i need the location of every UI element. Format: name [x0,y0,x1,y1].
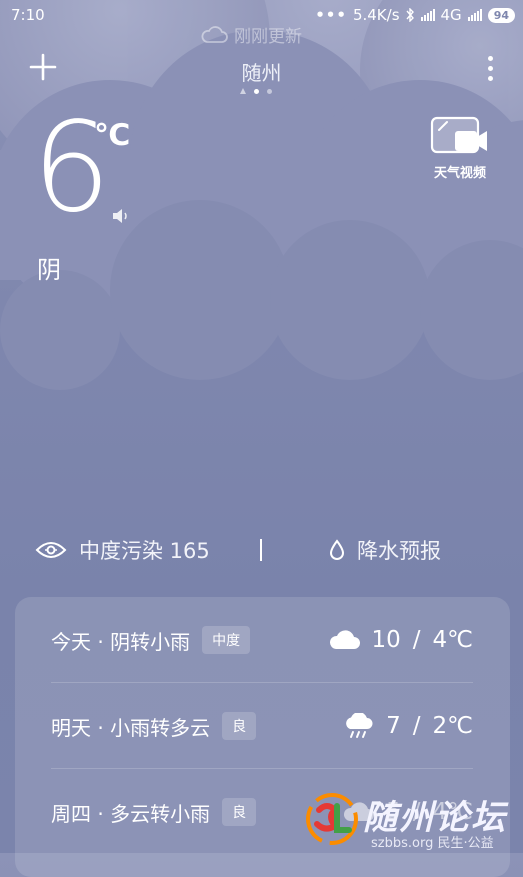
aqi-text: 中度污染 165 [79,539,210,563]
eye-icon [35,542,67,558]
forum-watermark: 随州论坛 szbbs.org 民生·公益 [305,790,520,853]
precip-text: 降水预报 [357,539,441,563]
aqi-badge: 良 [222,798,257,826]
aqi-badge: 良 [222,712,257,740]
speaker-icon[interactable] [111,207,131,225]
water-drop-icon [329,539,345,560]
forecast-day: 周四 · 多云转小雨 [51,801,211,826]
aqi-badge: 中度 [202,626,251,654]
page-dot-active [254,88,259,94]
current-condition: 阴 [37,256,61,284]
location-arrow-icon [240,88,246,94]
forecast-row[interactable]: 明天 · 小雨转多云 良 7 / 2℃ [51,683,473,769]
temperature-unit: ℃ [94,118,131,153]
forum-subtitle: szbbs.org 民生·公益 [371,836,494,851]
forecast-day: 明天 · 小雨转多云 [51,715,211,740]
forecast-sep: / [412,713,421,739]
bluetooth-icon [405,8,414,22]
forecast-row[interactable]: 今天 · 阴转小雨 中度 10 / 4℃ [51,597,473,683]
forecast-sep: / [412,627,421,653]
status-time: 7:10 [11,6,45,24]
forecast-high: 7 [386,713,401,739]
network-speed: 5.4K/s [352,6,400,24]
network-type: 4G [440,6,462,24]
forecast-low: 2℃ [432,713,473,739]
forecast-day: 今天 · 阴转小雨 [51,629,191,654]
status-dots: ••• [315,6,347,24]
battery-indicator: 94 [487,7,515,23]
info-divider [260,539,262,561]
weather-video-label: 天气视频 [433,166,486,181]
aqi-link[interactable]: 中度污染 165 [35,535,210,565]
signal-icon [420,9,435,21]
forum-logo-icon [306,793,358,845]
precip-forecast-link[interactable]: 降水预报 [329,535,441,565]
page-indicator [240,88,272,94]
rain-icon [346,713,373,738]
update-text: 刚刚更新 [234,27,302,47]
city-name[interactable]: 随州 [0,57,523,86]
info-line: 中度污染 165 降水预报 [35,535,505,567]
update-notice: 刚刚更新 [200,22,302,47]
weather-video-button[interactable]: 天气视频 [428,115,492,181]
forecast-high: 10 [371,627,401,653]
video-camera-icon [430,116,487,154]
cloudy-icon [329,630,360,649]
forecast-low: 4℃ [432,627,473,653]
page-dot [267,88,272,94]
cloud-outline-icon [201,25,228,43]
more-menu-button[interactable] [488,56,493,81]
signal-icon-2 [467,9,482,21]
